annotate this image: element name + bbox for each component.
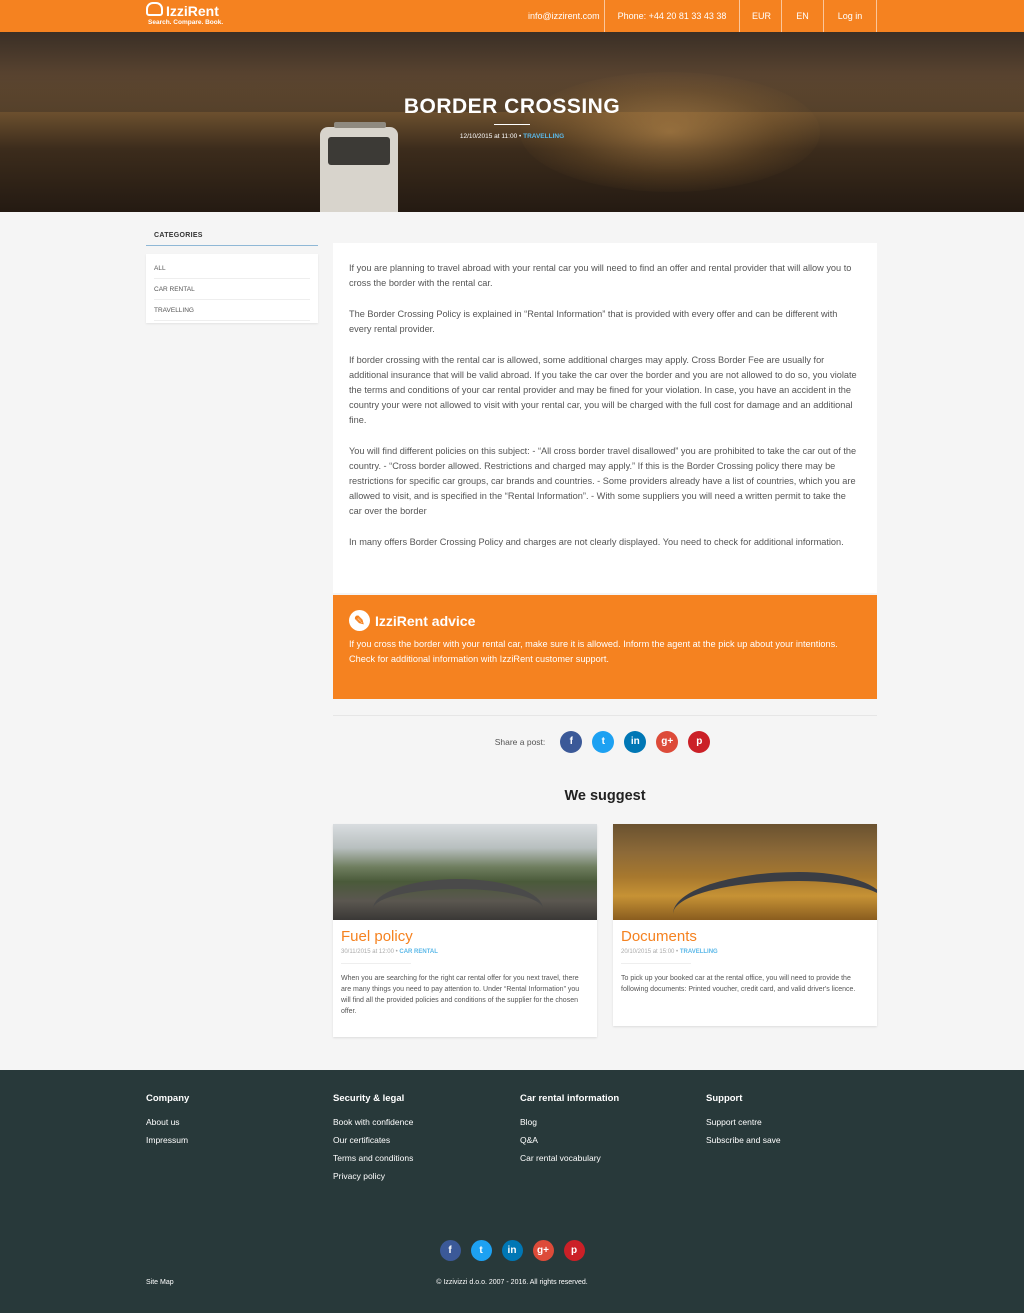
post-meta: 12/10/2015 at 11:00 • TRAVELLING xyxy=(459,133,565,140)
pinterest-icon[interactable]: p xyxy=(563,1240,585,1261)
language-selector[interactable]: EN xyxy=(781,0,823,32)
category-travelling[interactable]: TRAVELLING xyxy=(154,300,310,321)
suggest-card-documents[interactable]: Documents 20/10/2015 at 15:00 • TRAVELLI… xyxy=(613,824,877,1026)
top-nav: info@izzirent.com Phone: +44 20 81 33 43… xyxy=(516,0,877,32)
suggest-card-fuel-policy[interactable]: Fuel policy 30/11/2015 at 12:00 • CAR RE… xyxy=(333,824,597,1037)
footer-link-book-with-confidence[interactable]: Book with confidence xyxy=(333,1117,413,1127)
footer-link-qa[interactable]: Q&A xyxy=(520,1135,619,1145)
post-date: 12/10/2015 at 11:00 xyxy=(459,133,518,140)
footer-column-title: Support xyxy=(706,1093,743,1104)
linkedin-icon[interactable]: in xyxy=(624,731,647,753)
footer-column-title: Company xyxy=(146,1093,190,1104)
sitemap-link[interactable]: Site Map xyxy=(146,1279,174,1286)
hero-sun-glow xyxy=(520,72,820,192)
title-underline xyxy=(494,124,530,125)
top-bar: IzziRent Search. Compare. Book. info@izz… xyxy=(0,0,1024,32)
article-paragraph: If you are planning to travel abroad wit… xyxy=(349,263,852,288)
car-logo-icon xyxy=(146,2,163,16)
footer-column-title: Security & legal xyxy=(333,1093,405,1104)
card-category-link[interactable]: CAR RENTAL xyxy=(399,949,438,955)
post-category-link[interactable]: TRAVELLING xyxy=(523,133,564,140)
footer-column-company: Company About us Impressum xyxy=(146,1093,189,1153)
footer-column-car-rental-info: Car rental information Blog Q&A Car rent… xyxy=(520,1093,619,1171)
footer-link-blog[interactable]: Blog xyxy=(520,1117,619,1127)
categories-title: CATEGORIES xyxy=(146,232,318,246)
phone-link[interactable]: Phone: +44 20 81 33 43 38 xyxy=(604,0,739,32)
google-plus-icon[interactable]: g+ xyxy=(656,731,679,753)
footer: Company About us Impressum Security & le… xyxy=(0,1070,1024,1313)
google-plus-icon[interactable]: g+ xyxy=(532,1240,554,1261)
footer-link-subscribe[interactable]: Subscribe and save xyxy=(706,1135,781,1145)
twitter-icon[interactable]: t xyxy=(592,731,615,753)
card-image[interactable] xyxy=(333,824,597,920)
category-all[interactable]: ALL xyxy=(154,258,310,279)
footer-link-terms[interactable]: Terms and conditions xyxy=(333,1153,413,1163)
footer-link-about-us[interactable]: About us xyxy=(146,1117,189,1127)
article-paragraph: If border crossing with the rental car i… xyxy=(349,355,857,425)
categories-list: ALL CAR RENTAL TRAVELLING xyxy=(146,254,318,323)
page-title: BORDER CROSSING xyxy=(403,95,621,118)
wrench-icon: ✎ xyxy=(349,610,370,631)
card-image[interactable] xyxy=(613,824,877,920)
pinterest-icon[interactable]: p xyxy=(688,731,711,753)
card-meta: 20/10/2015 at 15:00 • TRAVELLING xyxy=(621,949,718,964)
footer-link-privacy[interactable]: Privacy policy xyxy=(333,1171,413,1181)
article-paragraph: The Border Crossing Policy is explained … xyxy=(349,309,838,334)
article-paragraph: In many offers Border Crossing Policy an… xyxy=(349,537,844,547)
hero-banner: BORDER CROSSING 12/10/2015 at 11:00 • TR… xyxy=(0,32,1024,212)
card-excerpt: When you are searching for the right car… xyxy=(341,975,580,1015)
footer-link-certificates[interactable]: Our certificates xyxy=(333,1135,413,1145)
card-title[interactable]: Fuel policy xyxy=(341,928,589,945)
advice-box: ✎ IzziRent advice If you cross the borde… xyxy=(333,595,877,699)
card-title[interactable]: Documents xyxy=(621,928,869,945)
logo-tagline: Search. Compare. Book. xyxy=(148,19,224,26)
category-car-rental[interactable]: CAR RENTAL xyxy=(154,279,310,300)
logo[interactable]: IzziRent Search. Compare. Book. xyxy=(146,2,223,26)
article-paragraph: You will find different policies on this… xyxy=(349,446,857,516)
login-button[interactable]: Log in xyxy=(823,0,877,32)
facebook-icon[interactable]: f xyxy=(560,731,583,753)
twitter-icon[interactable]: t xyxy=(470,1240,492,1261)
footer-social-links: f t in g+ p xyxy=(0,1240,1024,1261)
currency-selector[interactable]: EUR xyxy=(739,0,781,32)
linkedin-icon[interactable]: in xyxy=(501,1240,523,1261)
card-meta: 30/11/2015 at 12:00 • CAR RENTAL xyxy=(341,949,438,964)
share-bar: Share a post: f t in g+ p xyxy=(333,731,877,753)
share-label: Share a post: xyxy=(494,737,546,747)
card-excerpt: To pick up your booked car at the rental… xyxy=(621,975,856,993)
footer-column-support: Support Support centre Subscribe and sav… xyxy=(706,1093,781,1153)
advice-text: If you cross the border with your rental… xyxy=(349,639,838,664)
footer-link-support-centre[interactable]: Support centre xyxy=(706,1117,781,1127)
logo-name: IzziRent xyxy=(166,3,219,19)
footer-link-impressum[interactable]: Impressum xyxy=(146,1135,189,1145)
email-link[interactable]: info@izzirent.com xyxy=(516,0,604,32)
advice-title: IzziRent advice xyxy=(375,612,476,629)
article-body: If you are planning to travel abroad wit… xyxy=(333,243,877,593)
categories-sidebar: CATEGORIES ALL CAR RENTAL TRAVELLING xyxy=(146,232,318,323)
card-category-link[interactable]: TRAVELLING xyxy=(680,949,718,955)
divider xyxy=(333,715,877,716)
facebook-icon[interactable]: f xyxy=(439,1240,461,1261)
footer-column-security: Security & legal Book with confidence Ou… xyxy=(333,1093,413,1189)
footer-link-vocabulary[interactable]: Car rental vocabulary xyxy=(520,1153,619,1163)
suggest-heading: We suggest xyxy=(564,788,646,804)
footer-column-title: Car rental information xyxy=(520,1093,620,1104)
